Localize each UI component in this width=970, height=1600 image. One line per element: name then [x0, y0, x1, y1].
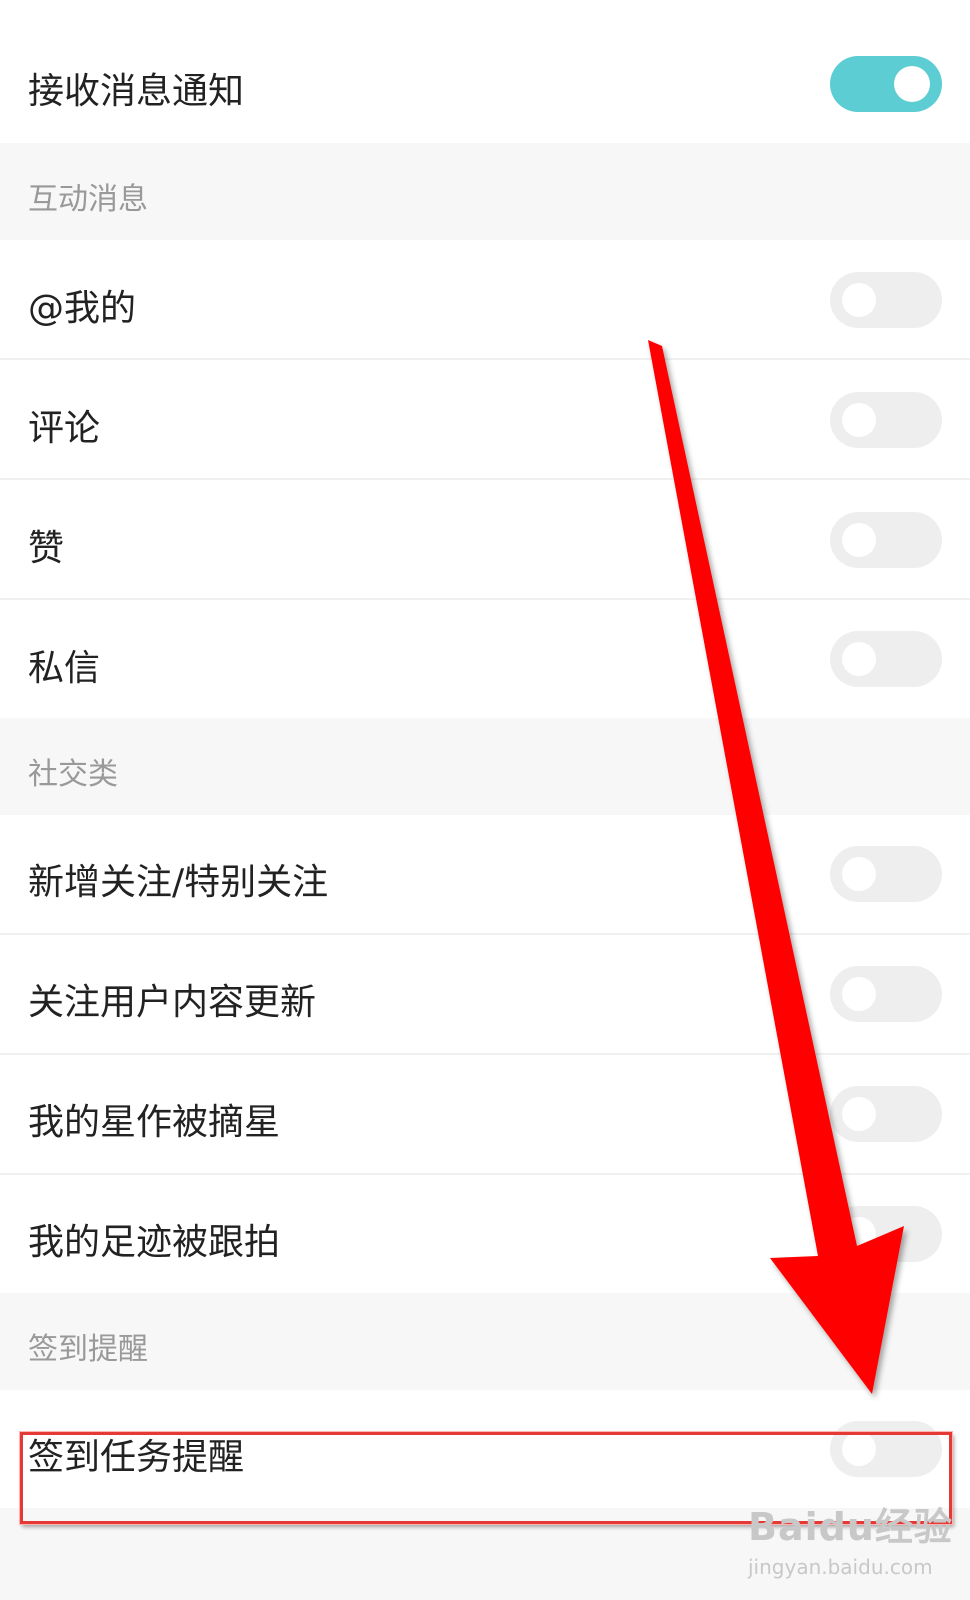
- setting-label-followed-updates: 关注用户内容更新: [28, 982, 317, 1023]
- setting-label-comments: 评论: [28, 408, 101, 449]
- setting-row-new-follows[interactable]: 新增关注/特别关注: [0, 815, 970, 935]
- section-header-checkin: 签到提醒: [0, 1293, 970, 1390]
- footprint-followed-toggle[interactable]: [830, 1206, 942, 1262]
- toggle-knob: [842, 857, 876, 891]
- toggle-knob: [894, 66, 930, 102]
- section-header-social: 社交类: [0, 718, 970, 815]
- star-picked-toggle[interactable]: [830, 1086, 942, 1142]
- receive-notifications-row[interactable]: 接收消息通知: [0, 0, 970, 143]
- toggle-knob: [842, 283, 876, 317]
- followed-updates-toggle[interactable]: [830, 966, 942, 1022]
- likes-toggle[interactable]: [830, 512, 942, 568]
- receive-notifications-toggle[interactable]: [830, 56, 942, 112]
- setting-row-star-picked[interactable]: 我的星作被摘星: [0, 1055, 970, 1175]
- receive-notifications-label: 接收消息通知: [28, 71, 245, 112]
- setting-row-likes[interactable]: 赞: [0, 480, 970, 600]
- setting-row-mentions[interactable]: @我的: [0, 240, 970, 360]
- comments-toggle[interactable]: [830, 392, 942, 448]
- setting-label-private-messages: 私信: [28, 648, 101, 689]
- toggle-knob: [842, 977, 876, 1011]
- baidu-jingyan-watermark: Baidu经验 jingyan.baidu.com: [748, 1496, 953, 1579]
- toggle-knob: [842, 523, 876, 557]
- section-title-social: 社交类: [28, 757, 118, 792]
- setting-row-footprint-followed[interactable]: 我的足迹被跟拍: [0, 1175, 970, 1293]
- toggle-knob: [842, 642, 876, 676]
- section-title-checkin: 签到提醒: [28, 1332, 148, 1367]
- setting-row-comments[interactable]: 评论: [0, 360, 970, 480]
- setting-label-mentions: @我的: [28, 288, 137, 329]
- toggle-knob: [842, 1217, 876, 1251]
- setting-label-star-picked: 我的星作被摘星: [28, 1102, 281, 1143]
- setting-row-followed-updates[interactable]: 关注用户内容更新: [0, 935, 970, 1055]
- setting-label-footprint-followed: 我的足迹被跟拍: [28, 1222, 281, 1263]
- section-title-interaction: 互动消息: [28, 182, 148, 217]
- toggle-knob: [842, 403, 876, 437]
- mentions-toggle[interactable]: [830, 272, 942, 328]
- setting-row-private-messages[interactable]: 私信: [0, 600, 970, 718]
- section-header-interaction: 互动消息: [0, 143, 970, 240]
- setting-label-new-follows: 新增关注/特别关注: [28, 862, 329, 903]
- toggle-knob: [842, 1097, 876, 1131]
- watermark-brand: Baidu经验: [748, 1505, 953, 1549]
- watermark-url: jingyan.baidu.com: [748, 1555, 933, 1579]
- private-messages-toggle[interactable]: [830, 631, 942, 687]
- setting-label-likes: 赞: [28, 528, 65, 569]
- new-follows-toggle[interactable]: [830, 846, 942, 902]
